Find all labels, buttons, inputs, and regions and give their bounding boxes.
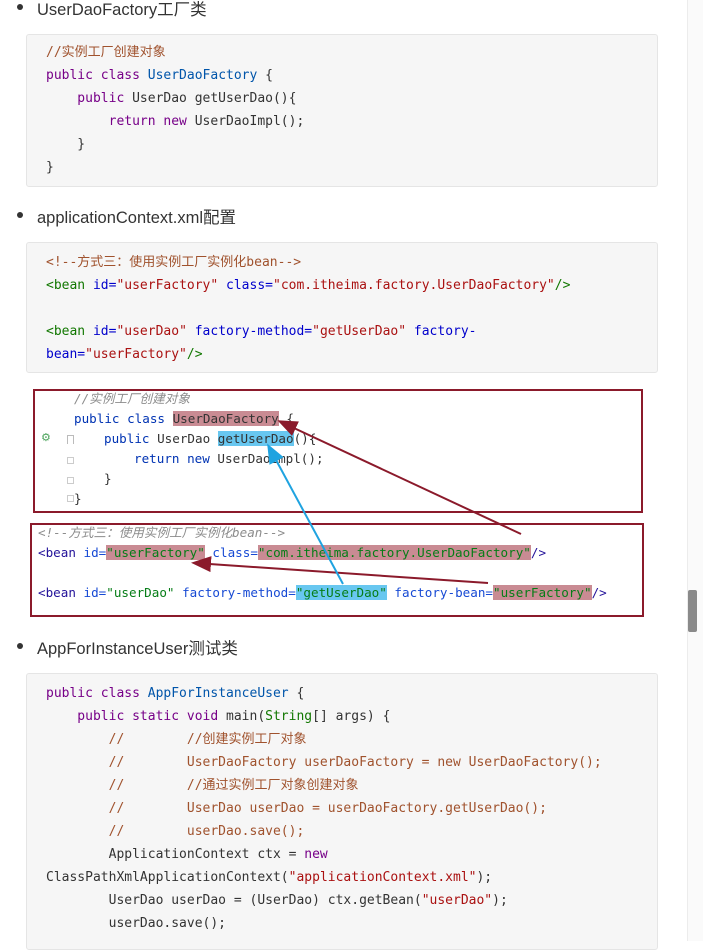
scrollbar-thumb[interactable]: [688, 590, 697, 632]
code-line: }: [46, 137, 86, 152]
code-line: // UserDao userDao = userDaoFactory.getU…: [46, 801, 547, 816]
bullet-xml-config: applicationContext.xml配置: [17, 204, 236, 228]
code-line: <bean id="userDao" factory-method="getUs…: [46, 324, 477, 339]
code-line: // userDao.save();: [46, 824, 305, 839]
annotation-arrows: [191, 420, 522, 585]
code-block-xml: <!--方式三：使用实例工厂实例化bean--> <bean id="userF…: [26, 242, 658, 373]
code-line: public class AppForInstanceUser {: [46, 686, 305, 701]
code-line: public UserDao getUserDao(){: [46, 91, 297, 106]
code-line: //实例工厂创建对象: [46, 45, 166, 60]
annotated-figure: ⚙ //实例工厂创建对象 public class UserDaoFactory…: [30, 387, 649, 617]
code-line: // //通过实例工厂对象创建对象: [46, 778, 359, 793]
arrow-class-to-factory: [277, 420, 522, 535]
code-line: <bean id="userFactory" class="com.itheim…: [46, 278, 571, 293]
code-line: ClassPathXmlApplicationContext("applicat…: [46, 870, 493, 885]
arrow-method-to-getter: [267, 443, 344, 585]
code-line: }: [46, 160, 54, 175]
code-block-factory: //实例工厂创建对象 public class UserDaoFactory {…: [26, 34, 658, 187]
code-line: // //创建实例工厂对象: [46, 732, 307, 747]
code-line: userDao.save();: [46, 916, 227, 931]
code-line: return new UserDaoImpl();: [46, 114, 305, 129]
bullet-test-class: AppForInstanceUser测试类: [17, 635, 238, 659]
vertical-scrollbar[interactable]: [687, 0, 703, 941]
code-line: ApplicationContext ctx = new: [46, 847, 328, 862]
code-line: UserDao userDao = (UserDao) ctx.getBean(…: [46, 893, 508, 908]
code-line: public class UserDaoFactory {: [46, 68, 273, 83]
code-line: bean="userFactory"/>: [46, 347, 203, 362]
bullet-factory-class: UserDaoFactory工厂类: [17, 0, 207, 20]
code-block-app: public class AppForInstanceUser { public…: [26, 673, 658, 950]
code-line: <!--方式三：使用实例工厂实例化bean-->: [46, 255, 302, 270]
code-line: // UserDaoFactory userDaoFactory = new U…: [46, 755, 602, 770]
code-line: public static void main(String[] args) {: [46, 709, 391, 724]
